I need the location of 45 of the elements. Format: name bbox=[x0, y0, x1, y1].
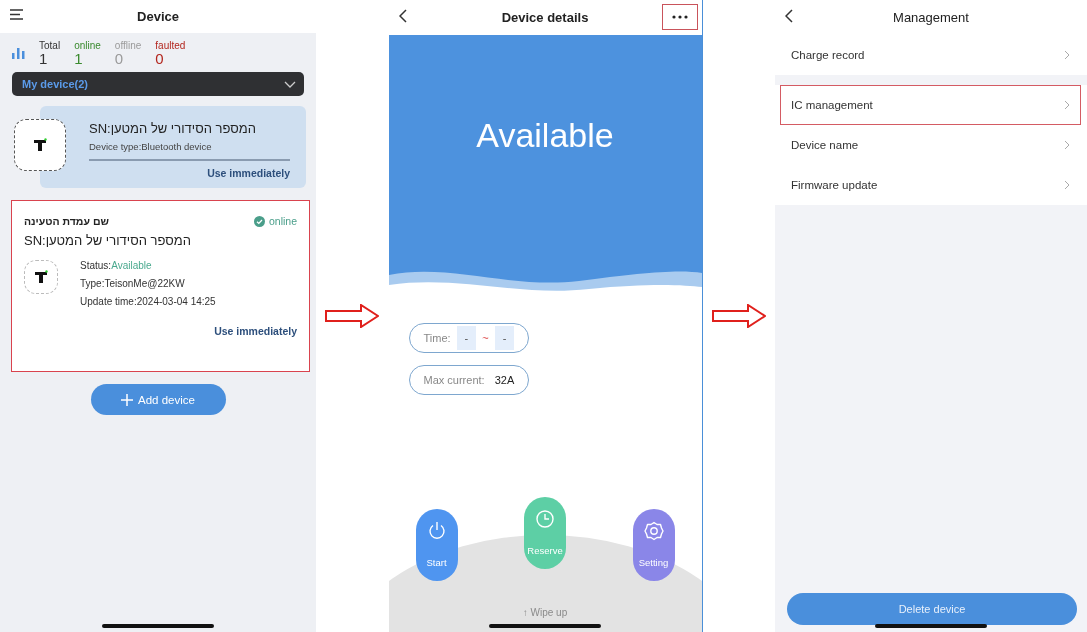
use-immediately-link[interactable]: Use immediately bbox=[214, 325, 297, 337]
station-name: שם עמדת הטעינה bbox=[24, 215, 109, 227]
stat-value: 1 bbox=[74, 51, 84, 66]
arrow-icon bbox=[711, 304, 766, 328]
stat-label: Total bbox=[39, 40, 61, 51]
stat-label: online bbox=[74, 40, 101, 51]
type-line: Type:TeisonMe@22KW bbox=[80, 278, 186, 289]
menu-item[interactable]: IC management bbox=[780, 85, 1081, 125]
online-status: online bbox=[268, 215, 297, 227]
more-icon bbox=[671, 15, 688, 19]
chevron-right-icon bbox=[1064, 100, 1070, 110]
chevron-down-icon bbox=[284, 80, 296, 88]
plus-icon bbox=[121, 393, 134, 406]
bar-chart-icon bbox=[12, 48, 25, 59]
arrow-icon bbox=[325, 304, 380, 328]
screen-title: Management bbox=[893, 10, 969, 25]
status-line: Status:Available bbox=[80, 260, 153, 271]
chevron-right-icon bbox=[1064, 50, 1070, 60]
stat-value: 1 bbox=[39, 51, 49, 66]
device-logo-icon bbox=[14, 119, 66, 171]
device-type: Device type:Bluetooth device bbox=[89, 141, 213, 152]
serial-number: SN:המספר הסידורי של המטען bbox=[24, 233, 192, 248]
screen-title: Device details bbox=[501, 10, 589, 25]
back-icon[interactable] bbox=[398, 9, 407, 23]
serial-number: SN:המספר הסידורי של המטען bbox=[89, 121, 257, 136]
stat-value: 0 bbox=[114, 51, 125, 66]
menu-icon[interactable] bbox=[10, 9, 23, 20]
swipe-hint: ↑ Wipe up bbox=[521, 607, 569, 618]
stat-label: offline bbox=[114, 40, 142, 51]
stat-label: faulted bbox=[155, 40, 186, 51]
clock-icon bbox=[535, 509, 555, 529]
charger-status: Available bbox=[476, 116, 614, 155]
power-icon bbox=[426, 521, 447, 541]
device-logo-icon bbox=[24, 260, 58, 294]
check-circle-icon bbox=[253, 215, 265, 227]
more-button[interactable] bbox=[661, 4, 698, 30]
stat-value: 0 bbox=[155, 51, 165, 66]
use-immediately-link[interactable]: Use immediately bbox=[207, 167, 290, 179]
chevron-right-icon bbox=[1064, 180, 1070, 190]
chevron-right-icon bbox=[1064, 140, 1070, 150]
screen-title: Device bbox=[137, 9, 179, 24]
settings-icon bbox=[643, 521, 664, 541]
back-icon[interactable] bbox=[785, 9, 793, 23]
device-dropdown[interactable]: My device(2) bbox=[12, 72, 304, 96]
update-time: Update time:2024-03-04 14:25 bbox=[80, 296, 216, 307]
